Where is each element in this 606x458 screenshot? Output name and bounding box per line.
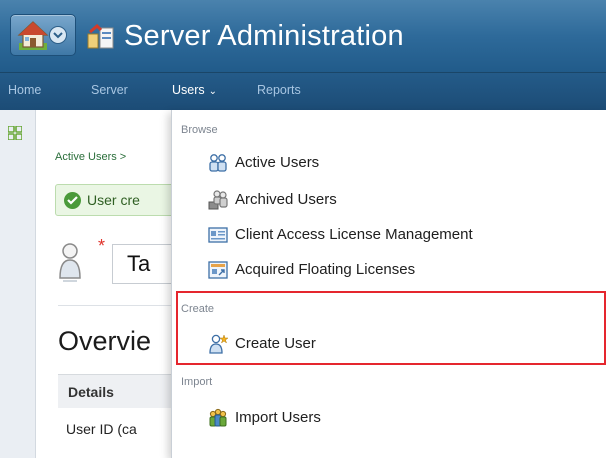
menu-item-label: Client Access License Management — [235, 226, 473, 243]
menu-item-acquired-floating-licenses[interactable]: Acquired Floating Licenses — [208, 257, 598, 283]
success-message: User cre — [87, 192, 140, 208]
browse-section-heading: Browse — [181, 124, 218, 136]
chevron-down-icon — [49, 26, 67, 44]
home-menu-button[interactable] — [10, 14, 76, 56]
breadcrumb[interactable]: Active Users > — [55, 151, 126, 163]
menu-item-label: Archived Users — [235, 191, 337, 208]
chevron-down-icon: ⌄ — [208, 86, 218, 97]
server-admin-icon — [87, 23, 115, 55]
active-users-icon — [208, 153, 228, 178]
floating-license-icon — [208, 260, 228, 285]
import-users-icon — [208, 408, 228, 433]
main-nav: Home Server Users ⌄ Reports — [0, 72, 606, 110]
overview-heading: Overvie — [58, 326, 152, 356]
users-dropdown-menu: Browse Active Users Archived Users Clien… — [171, 110, 606, 458]
checkmark-icon — [64, 192, 81, 209]
menu-item-label: Acquired Floating Licenses — [235, 261, 416, 278]
archived-users-icon — [208, 190, 228, 215]
left-rail — [0, 110, 36, 458]
create-user-icon — [208, 334, 229, 359]
menu-item-archived-users[interactable]: Archived Users — [208, 187, 598, 213]
apps-grid-icon[interactable] — [7, 125, 23, 145]
import-section-heading: Import — [181, 376, 213, 388]
required-indicator: * — [98, 236, 106, 256]
nav-users[interactable]: Users ⌄ — [172, 83, 217, 97]
menu-item-active-users[interactable]: Active Users — [208, 150, 598, 176]
menu-item-import-users[interactable]: Import Users — [208, 405, 598, 431]
menu-item-client-access-license-management[interactable]: Client Access License Management — [208, 222, 598, 248]
app-header: Server Administration — [0, 0, 606, 72]
home-icon — [17, 19, 49, 56]
details-header-label: Details — [68, 384, 114, 400]
menu-item-label: Import Users — [235, 409, 321, 426]
nav-home[interactable]: Home — [8, 83, 41, 97]
app-title: Server Administration — [124, 20, 404, 52]
menu-item-label: Active Users — [235, 154, 320, 171]
user-id-label: User ID (ca — [66, 421, 137, 437]
create-section-heading: Create — [181, 303, 215, 315]
nav-reports[interactable]: Reports — [257, 83, 301, 97]
nav-users-label: Users — [172, 83, 205, 97]
user-avatar-icon — [58, 242, 82, 289]
menu-item-create-user[interactable]: Create User — [208, 331, 598, 357]
license-management-icon — [208, 225, 228, 250]
menu-item-label: Create User — [235, 335, 316, 352]
nav-server[interactable]: Server — [91, 83, 128, 97]
